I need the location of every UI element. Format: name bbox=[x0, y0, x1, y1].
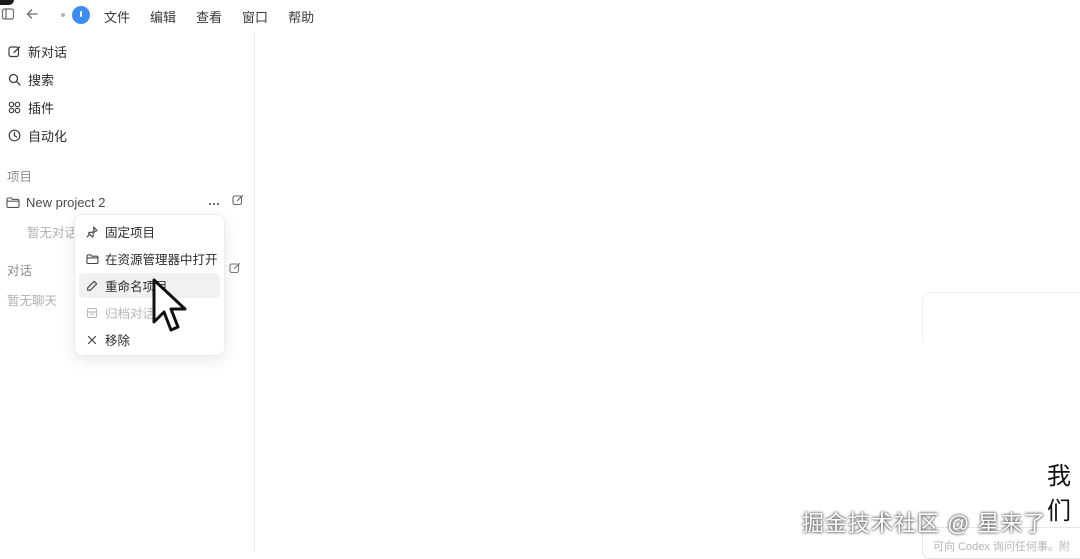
projects-heading: 项目 bbox=[7, 170, 33, 184]
menu-item-open-in-explorer[interactable]: 在资源管理器中打开 bbox=[79, 246, 220, 271]
menubar: 文件 编辑 查看 窗口 帮助 bbox=[0, 0, 1080, 30]
menu-item-label: 固定项目 bbox=[105, 226, 156, 240]
project-name: New project 2 bbox=[26, 194, 106, 210]
menu-item-remove[interactable]: 移除 bbox=[79, 327, 220, 352]
menu-item-label: 在资源管理器中打开 bbox=[105, 253, 218, 267]
menu-item-rename-project[interactable]: 重命名项目 bbox=[79, 273, 220, 298]
sidebar-item-plugins[interactable]: 插件 bbox=[0, 93, 254, 121]
new-chat-in-project-icon[interactable] bbox=[232, 194, 244, 209]
menu-item-label: 移除 bbox=[105, 334, 131, 348]
project-empty-text: 暂无对话 bbox=[27, 226, 78, 240]
menu-list: 文件 编辑 查看 窗口 帮助 bbox=[104, 7, 314, 26]
sidebar-toggle-icon[interactable] bbox=[0, 7, 16, 23]
menu-item-archive-chats[interactable]: 归档对话 bbox=[79, 300, 220, 325]
edit-icon bbox=[6, 45, 22, 58]
mouse-cursor-icon bbox=[152, 278, 192, 341]
menu-edit[interactable]: 编辑 bbox=[150, 7, 176, 26]
main-panel-edge bbox=[922, 292, 1080, 343]
sidebar-item-new-chat[interactable]: 新对话 bbox=[0, 37, 254, 65]
grid-icon bbox=[6, 101, 22, 114]
forward-dot-icon bbox=[61, 13, 65, 17]
folder-icon bbox=[6, 196, 20, 209]
app-logo-icon bbox=[72, 6, 90, 24]
new-chat-small-icon[interactable] bbox=[229, 261, 241, 279]
chats-empty-text: 暂无聊天 bbox=[7, 294, 58, 308]
sidebar-item-label: 自动化 bbox=[28, 128, 68, 144]
menu-item-pin-project[interactable]: 固定项目 bbox=[79, 219, 220, 244]
menu-item-label: 归档对话 bbox=[105, 307, 156, 321]
sidebar-item-label: 搜索 bbox=[28, 72, 55, 88]
sidebar-item-label: 插件 bbox=[28, 100, 55, 116]
more-options-icon[interactable] bbox=[208, 195, 220, 209]
search-icon bbox=[6, 73, 22, 86]
project-context-menu: 固定项目 在资源管理器中打开 重命名项目 归档对话 移除 bbox=[74, 214, 225, 356]
pin-icon bbox=[85, 225, 99, 238]
menu-file[interactable]: 文件 bbox=[104, 7, 130, 26]
project-item[interactable]: New project 2 bbox=[0, 188, 254, 216]
main-heading: 我们 bbox=[1047, 463, 1071, 525]
watermark: 掘金技术社区 @ 星来了 bbox=[802, 511, 1047, 536]
sidebar-item-label: 新对话 bbox=[28, 44, 68, 60]
menu-view[interactable]: 查看 bbox=[196, 7, 222, 26]
close-icon bbox=[85, 335, 99, 345]
chats-heading: 对话 bbox=[7, 264, 33, 278]
clock-icon bbox=[6, 129, 22, 142]
archive-icon bbox=[85, 307, 99, 319]
menu-window[interactable]: 窗口 bbox=[242, 7, 268, 26]
folder-icon bbox=[85, 253, 99, 265]
menu-help[interactable]: 帮助 bbox=[288, 7, 314, 26]
project-actions bbox=[208, 194, 244, 209]
sidebar-item-automation[interactable]: 自动化 bbox=[0, 121, 254, 149]
back-arrow-icon[interactable] bbox=[24, 7, 40, 23]
pencil-icon bbox=[85, 280, 99, 292]
sidebar-item-search[interactable]: 搜索 bbox=[0, 65, 254, 93]
